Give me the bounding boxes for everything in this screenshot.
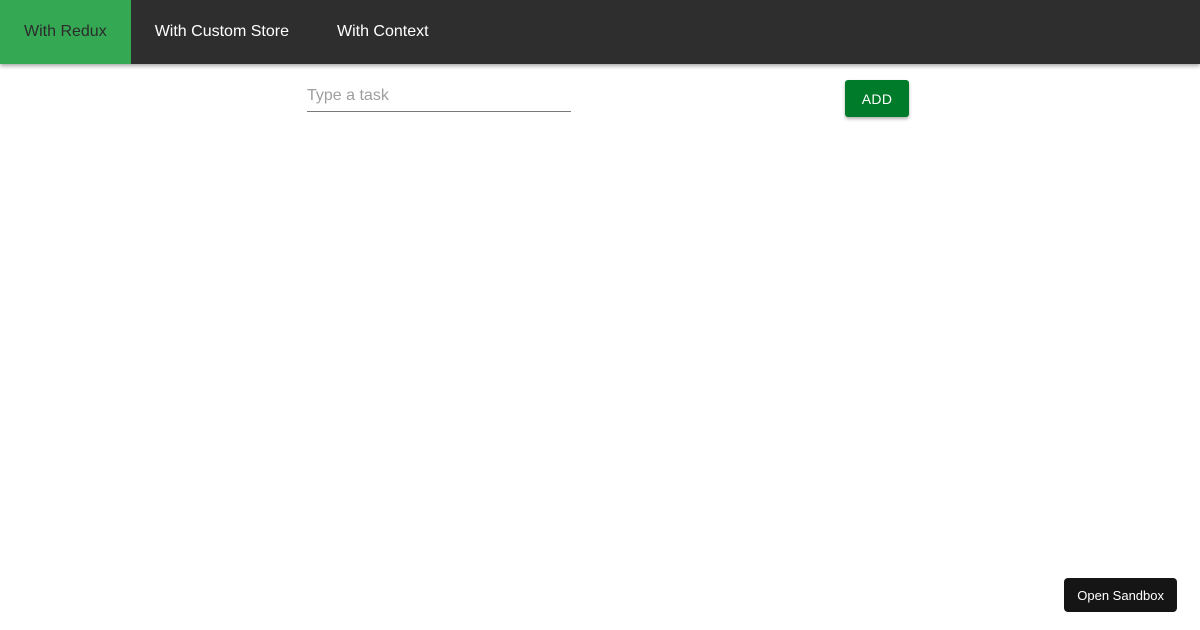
tab-with-custom-store-label: With Custom Store xyxy=(154,23,289,40)
open-sandbox-button[interactable]: Open Sandbox xyxy=(1064,578,1177,612)
tab-with-custom-store[interactable]: With Custom Store xyxy=(131,0,313,64)
tab-with-redux[interactable]: With Redux xyxy=(0,0,131,64)
top-navigation-bar: With Redux With Custom Store With Contex… xyxy=(0,0,1200,64)
app-root: With Redux With Custom Store With Contex… xyxy=(0,0,1200,630)
tab-with-redux-label: With Redux xyxy=(24,23,107,40)
tab-with-context-label: With Context xyxy=(336,23,429,40)
add-task-button[interactable]: ADD xyxy=(845,80,909,117)
tab-with-context[interactable]: With Context xyxy=(313,0,453,64)
task-form: ADD xyxy=(307,80,909,117)
task-input[interactable] xyxy=(307,80,571,112)
